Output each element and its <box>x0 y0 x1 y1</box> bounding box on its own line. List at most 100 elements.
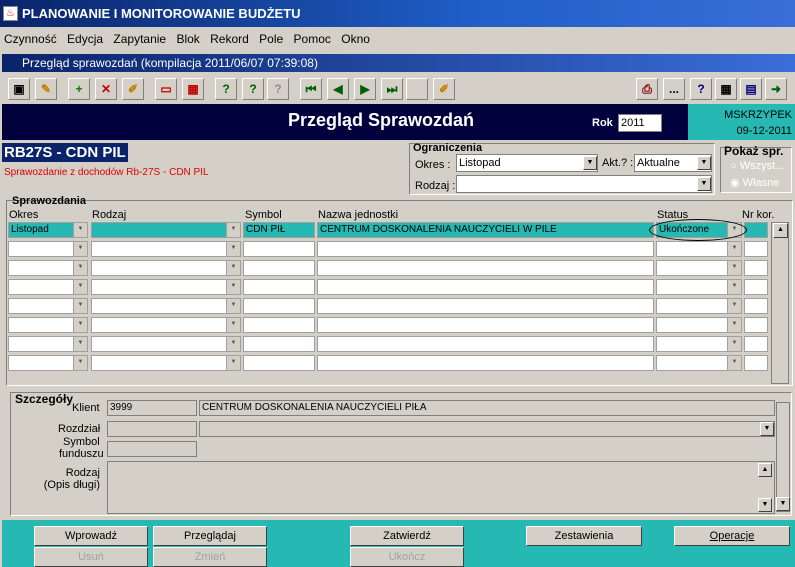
cell-nazwa[interactable] <box>317 355 654 371</box>
cell-rodzaj[interactable] <box>91 336 241 352</box>
cell-symbol[interactable] <box>243 336 315 352</box>
cell-rodzaj[interactable] <box>91 260 241 276</box>
cell-rodzaj[interactable] <box>91 317 241 333</box>
cell-nazwa[interactable]: CENTRUM DOSKONALENIA NAUCZYCIELI W PILE <box>317 222 654 238</box>
exit-icon[interactable]: ➜ <box>765 78 787 100</box>
chevron-down-icon[interactable]: ▼ <box>226 299 240 313</box>
cell-nrkor[interactable] <box>744 222 768 238</box>
query2-icon[interactable]: ? <box>242 78 264 100</box>
cell-nrkor[interactable] <box>744 241 768 257</box>
chevron-down-icon[interactable]: ▼ <box>727 318 741 332</box>
cell-rodzaj[interactable] <box>91 298 241 314</box>
zatwierdz-button[interactable]: Zatwierdź <box>350 526 464 546</box>
menu-rekord[interactable]: Rekord <box>210 32 249 46</box>
cell-nazwa[interactable] <box>317 260 654 276</box>
rodzaj-opis-textarea[interactable] <box>107 461 775 514</box>
details-scrollbar[interactable] <box>776 402 790 512</box>
insert-record-icon[interactable]: ▭ <box>155 78 177 100</box>
chevron-down-icon[interactable]: ▼ <box>727 261 741 275</box>
prev-record-icon[interactable]: ◀ <box>327 78 349 100</box>
cell-nazwa[interactable] <box>317 336 654 352</box>
okres-filter-select[interactable]: Listopad <box>456 154 598 172</box>
zestawienia-button[interactable]: Zestawienia <box>526 526 642 546</box>
cell-symbol[interactable] <box>243 241 315 257</box>
chevron-down-icon[interactable]: ▼ <box>727 337 741 351</box>
menu-blok[interactable]: Blok <box>176 32 199 46</box>
help-icon[interactable]: ? <box>690 78 712 100</box>
calculator-icon[interactable]: ▦ <box>715 78 737 100</box>
clear-icon[interactable]: ✐ <box>122 78 144 100</box>
scroll-up-icon[interactable]: ▲ <box>773 223 788 238</box>
menu-pole[interactable]: Pole <box>259 32 283 46</box>
chevron-down-icon[interactable]: ▼ <box>226 318 240 332</box>
cell-rodzaj[interactable] <box>91 241 241 257</box>
cell-nrkor[interactable] <box>744 260 768 276</box>
cell-nrkor[interactable] <box>744 279 768 295</box>
operacje-button[interactable]: Operacje <box>674 526 790 546</box>
cell-nrkor[interactable] <box>744 317 768 333</box>
rozdzial-select[interactable] <box>199 421 775 437</box>
chevron-down-icon[interactable]: ▼ <box>727 242 741 256</box>
scroll-down-icon[interactable]: ▼ <box>758 498 772 512</box>
chevron-down-icon[interactable]: ▼ <box>73 337 87 351</box>
radio-wszystkie[interactable]: ○ Wszyst... <box>730 160 784 172</box>
cell-nrkor[interactable] <box>744 336 768 352</box>
cell-nrkor[interactable] <box>744 298 768 314</box>
cell-nazwa[interactable] <box>317 317 654 333</box>
menu-pomoc[interactable]: Pomoc <box>294 32 331 46</box>
cell-symbol[interactable] <box>243 260 315 276</box>
chevron-down-icon[interactable]: ▼ <box>727 356 741 370</box>
cell-symbol[interactable] <box>243 298 315 314</box>
more-icon[interactable]: ... <box>663 78 685 100</box>
scroll-down-icon[interactable]: ▼ <box>776 497 790 511</box>
chevron-down-icon[interactable]: ▼ <box>226 356 240 370</box>
cell-rodzaj[interactable] <box>91 279 241 295</box>
cell-nazwa[interactable] <box>317 279 654 295</box>
chevron-down-icon[interactable]: ▼ <box>73 299 87 313</box>
cell-symbol[interactable] <box>243 279 315 295</box>
calendar-icon[interactable]: ▤ <box>740 78 762 100</box>
chevron-down-icon[interactable]: ▼ <box>583 156 597 170</box>
chevron-down-icon[interactable]: ▼ <box>73 242 87 256</box>
chevron-down-icon[interactable]: ▼ <box>697 156 711 170</box>
rok-input[interactable]: 2011 <box>618 114 662 132</box>
add-icon[interactable]: + <box>68 78 90 100</box>
chevron-down-icon[interactable]: ▼ <box>226 261 240 275</box>
cell-symbol[interactable]: CDN PIŁ <box>243 222 315 238</box>
chevron-down-icon[interactable]: ▼ <box>226 223 240 237</box>
cell-symbol[interactable] <box>243 317 315 333</box>
scroll-up-icon[interactable]: ▲ <box>758 463 772 477</box>
cell-nazwa[interactable] <box>317 298 654 314</box>
query-icon[interactable]: ? <box>215 78 237 100</box>
edit-icon[interactable]: ✎ <box>35 78 57 100</box>
save-icon[interactable]: ▣ <box>8 78 30 100</box>
chevron-down-icon[interactable]: ▼ <box>73 318 87 332</box>
chevron-down-icon[interactable]: ▼ <box>73 280 87 294</box>
print-icon[interactable]: ⎙ <box>636 78 658 100</box>
cell-symbol[interactable] <box>243 355 315 371</box>
chevron-down-icon[interactable]: ▼ <box>73 223 87 237</box>
rodzaj-filter-select[interactable] <box>456 175 712 193</box>
chevron-down-icon[interactable]: ▼ <box>760 422 774 436</box>
chevron-down-icon[interactable]: ▼ <box>226 280 240 294</box>
wprowadz-button[interactable]: Wprowadź <box>34 526 148 546</box>
chevron-down-icon[interactable]: ▼ <box>727 280 741 294</box>
menu-zapytanie[interactable]: Zapytanie <box>113 32 166 46</box>
delete-icon[interactable]: ✕ <box>95 78 117 100</box>
radio-wlasne[interactable]: ◉ Własne <box>730 176 779 189</box>
menu-okno[interactable]: Okno <box>341 32 370 46</box>
next-record-icon[interactable]: ▶ <box>354 78 376 100</box>
chevron-down-icon[interactable]: ▼ <box>727 299 741 313</box>
last-record-icon[interactable]: ⏭ <box>381 78 403 100</box>
chevron-down-icon[interactable]: ▼ <box>73 261 87 275</box>
grid-scrollbar[interactable] <box>771 222 789 384</box>
menu-edycja[interactable]: Edycja <box>67 32 103 46</box>
cell-nazwa[interactable] <box>317 241 654 257</box>
note-icon[interactable]: ✐ <box>433 78 455 100</box>
przegladaj-button[interactable]: Przeglądaj <box>153 526 267 546</box>
first-record-icon[interactable]: ⏮ <box>300 78 322 100</box>
layout-icon[interactable]: ▦ <box>182 78 204 100</box>
cell-rodzaj[interactable] <box>91 222 241 238</box>
cell-rodzaj[interactable] <box>91 355 241 371</box>
chevron-down-icon[interactable]: ▼ <box>697 177 711 191</box>
